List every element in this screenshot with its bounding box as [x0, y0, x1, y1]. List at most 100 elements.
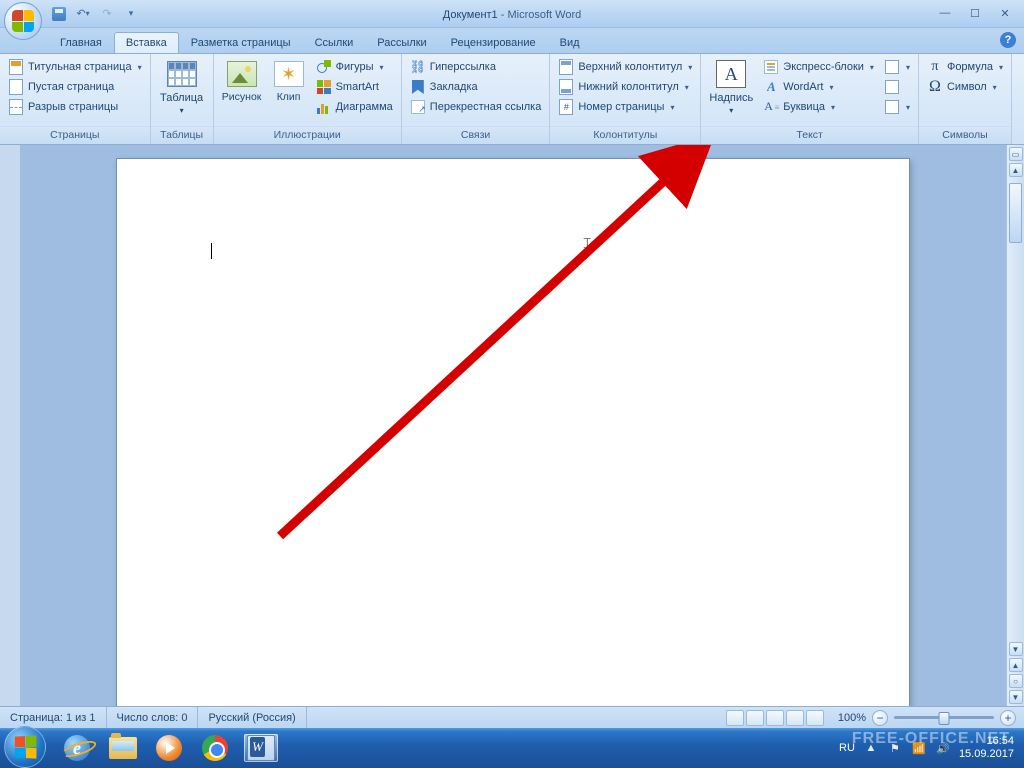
- page-break-icon: [9, 99, 23, 115]
- cover-page-icon: [9, 59, 23, 75]
- tray-network-icon[interactable]: 📶: [911, 740, 927, 756]
- tab-review[interactable]: Рецензирование: [439, 32, 548, 53]
- undo-button[interactable]: ↶▾: [74, 5, 92, 23]
- header-button[interactable]: Верхний колонтитул: [555, 58, 695, 76]
- taskbar-chrome[interactable]: [198, 734, 232, 762]
- text-cursor: [211, 243, 212, 259]
- minimize-button[interactable]: —: [936, 7, 954, 20]
- tab-layout[interactable]: Разметка страницы: [179, 32, 303, 53]
- scroll-thumb[interactable]: [1009, 183, 1022, 243]
- signature-icon: [885, 60, 899, 74]
- view-draft[interactable]: [806, 710, 824, 726]
- wordart-button[interactable]: AWordArt: [760, 78, 877, 96]
- system-tray: RU ▲ ⚑ 📶 🔊 16:54 15.09.2017: [839, 735, 1020, 760]
- signature-button[interactable]: [881, 58, 913, 76]
- document-page[interactable]: ⌶≡: [117, 159, 909, 706]
- browse-object-button[interactable]: ○: [1009, 674, 1023, 688]
- blank-page-icon: [9, 79, 23, 95]
- quickparts-icon: [764, 60, 778, 74]
- tray-show-hidden[interactable]: ▲: [863, 740, 879, 756]
- taskbar-explorer[interactable]: [106, 734, 140, 762]
- title-bar: ↶▾ ↷ ▾ Документ1 - Microsoft Word — ☐ ✕: [0, 0, 1024, 28]
- qat-customize-button[interactable]: ▾: [122, 5, 140, 23]
- maximize-button[interactable]: ☐: [966, 7, 984, 20]
- clip-button[interactable]: Клип: [269, 56, 309, 104]
- tray-lang[interactable]: RU: [839, 742, 855, 754]
- smartart-button[interactable]: SmartArt: [313, 78, 396, 96]
- tab-refs[interactable]: Ссылки: [303, 32, 366, 53]
- tab-insert[interactable]: Вставка: [114, 32, 179, 53]
- scroll-down-button[interactable]: ▼: [1009, 642, 1023, 656]
- footer-button[interactable]: Нижний колонтитул: [555, 78, 695, 96]
- view-full-reading[interactable]: [746, 710, 764, 726]
- zoom-in-button[interactable]: +: [1000, 710, 1016, 726]
- tray-clock[interactable]: 16:54 15.09.2017: [959, 735, 1014, 760]
- hyperlink-button[interactable]: ⛓Гиперссылка: [407, 58, 545, 76]
- clip-icon: [274, 61, 304, 87]
- datetime-button[interactable]: [881, 78, 913, 96]
- view-outline[interactable]: [786, 710, 804, 726]
- blank-page-button[interactable]: Пустая страница: [5, 78, 145, 96]
- tray-action-center-icon[interactable]: ⚑: [887, 740, 903, 756]
- shapes-button[interactable]: Фигуры: [313, 58, 396, 76]
- close-button[interactable]: ✕: [996, 7, 1014, 20]
- equation-icon: π: [927, 59, 943, 75]
- chart-button[interactable]: Диаграмма: [313, 98, 396, 116]
- tab-home[interactable]: Главная: [48, 32, 114, 53]
- chrome-icon: [202, 735, 228, 761]
- dropcap-button[interactable]: Буквица: [760, 98, 877, 116]
- view-web-layout[interactable]: [766, 710, 784, 726]
- prev-page-button[interactable]: ▲: [1009, 658, 1023, 672]
- picture-button[interactable]: Рисунок: [219, 56, 265, 104]
- vertical-ruler[interactable]: [0, 145, 20, 706]
- taskbar-ie[interactable]: [60, 734, 94, 762]
- document-scroll-area[interactable]: ⌶≡: [20, 145, 1006, 706]
- word-status-bar: Страница: 1 из 1 Число слов: 0 Русский (…: [0, 706, 1024, 728]
- equation-button[interactable]: πФормула: [924, 58, 1006, 76]
- taskbar-word[interactable]: [244, 734, 278, 762]
- quickparts-button[interactable]: Экспресс-блоки: [760, 58, 877, 76]
- cross-ref-button[interactable]: Перекрестная ссылка: [407, 98, 545, 116]
- office-button[interactable]: [4, 2, 42, 40]
- table-button[interactable]: Таблица▾: [156, 56, 208, 116]
- status-language[interactable]: Русский (Россия): [198, 707, 306, 728]
- tray-volume-icon[interactable]: 🔊: [935, 740, 951, 756]
- mediaplayer-icon: [156, 735, 182, 761]
- group-symbols: πФормула ΩСимвол Символы: [919, 54, 1012, 144]
- save-button[interactable]: [50, 5, 68, 23]
- zoom-label[interactable]: 100%: [838, 712, 866, 724]
- tab-view[interactable]: Вид: [548, 32, 592, 53]
- window-title: Документ1 - Microsoft Word: [0, 7, 1024, 21]
- document-workspace: ⌶≡ ▭ ▲ ▼ ▲ ○ ▼: [0, 145, 1024, 706]
- bookmark-button[interactable]: Закладка: [407, 78, 545, 96]
- page-number-button[interactable]: Номер страницы: [555, 98, 695, 116]
- save-icon: [52, 7, 66, 21]
- symbol-button[interactable]: ΩСимвол: [924, 78, 1006, 96]
- chart-icon: [317, 100, 331, 114]
- table-icon: [167, 61, 197, 87]
- start-button[interactable]: [4, 726, 46, 768]
- group-symbols-title: Символы: [919, 126, 1011, 144]
- ruler-toggle-button[interactable]: ▭: [1009, 147, 1023, 161]
- zoom-out-button[interactable]: −: [872, 710, 888, 726]
- textbox-button[interactable]: A Надпись▾: [706, 56, 756, 116]
- redo-button[interactable]: ↷: [98, 5, 116, 23]
- status-page[interactable]: Страница: 1 из 1: [0, 707, 107, 728]
- help-button[interactable]: ?: [1000, 32, 1016, 48]
- object-button[interactable]: [881, 98, 913, 116]
- chevron-down-icon: ▾: [129, 8, 134, 19]
- taskbar-mediaplayer[interactable]: [152, 734, 186, 762]
- tab-mail[interactable]: Рассылки: [365, 32, 438, 53]
- status-words[interactable]: Число слов: 0: [107, 707, 199, 728]
- zoom-slider[interactable]: [894, 716, 994, 719]
- next-page-button[interactable]: ▼: [1009, 690, 1023, 704]
- textbox-icon: A: [716, 60, 746, 88]
- windows-taskbar: RU ▲ ⚑ 📶 🔊 16:54 15.09.2017 FREE-OFFICE.…: [0, 728, 1024, 768]
- cover-page-button[interactable]: Титульная страница: [5, 58, 145, 76]
- vertical-scrollbar[interactable]: ▭ ▲ ▼ ▲ ○ ▼: [1006, 145, 1024, 706]
- header-icon: [559, 59, 573, 75]
- scroll-up-button[interactable]: ▲: [1009, 163, 1023, 177]
- view-print-layout[interactable]: [726, 710, 744, 726]
- page-break-button[interactable]: Разрыв страницы: [5, 98, 145, 116]
- ribbon: Титульная страница Пустая страница Разры…: [0, 53, 1024, 145]
